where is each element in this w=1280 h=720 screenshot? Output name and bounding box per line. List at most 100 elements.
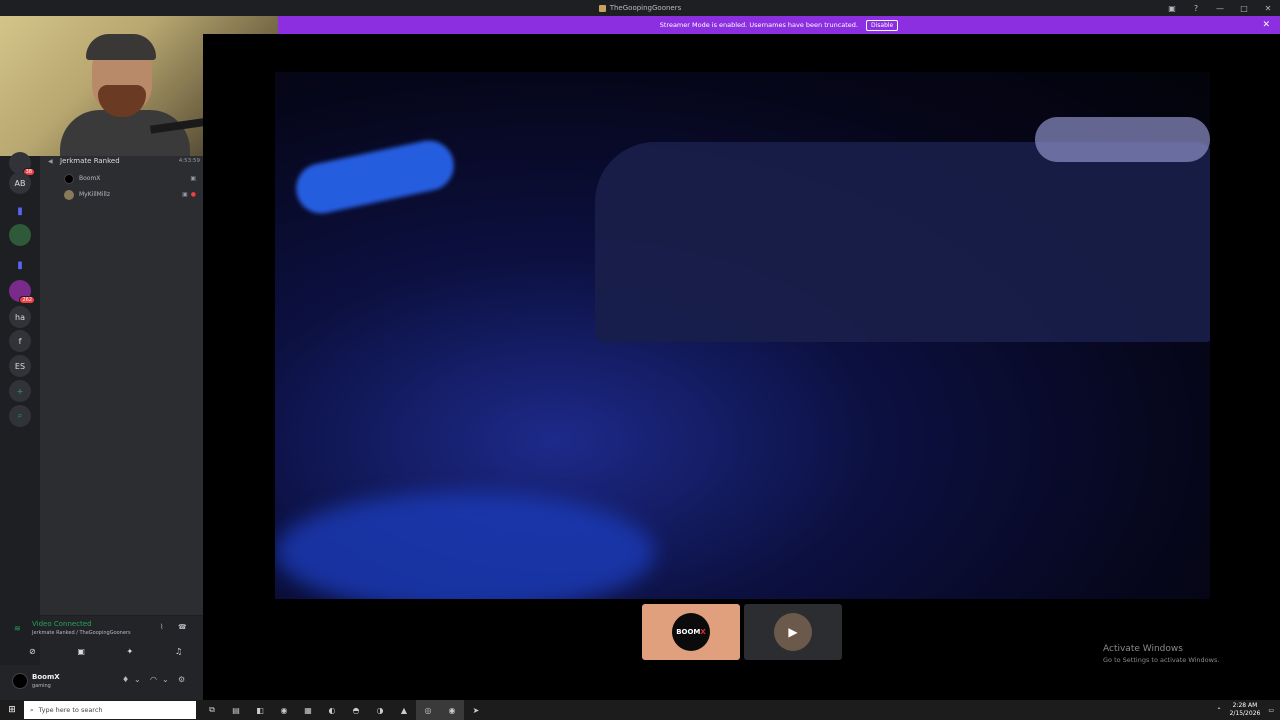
user-panel: BoomX gaming ♦ ⌄ ◠ ⌄ ⚙ [0,665,203,700]
notification-icon[interactable]: ▭ [1268,707,1274,714]
microphone-icon[interactable]: ♦ [122,675,129,684]
disconnect-icon[interactable]: ☎ [178,623,187,631]
server-badge: 262 [19,296,35,304]
windows-start-icon[interactable]: ⊞ [0,705,24,715]
noise-suppression-icon[interactable]: ⌇ [160,623,163,631]
camera-off-button[interactable]: ⊘ [17,644,47,658]
avatar [64,189,74,200]
watermark-line1: Activate Windows [1103,644,1183,654]
watermark-line2: Go to Settings to activate Windows. [1103,656,1220,664]
headphones-icon[interactable]: ◠ [150,675,157,684]
user-status: gaming [32,683,51,689]
screen-share-button[interactable]: ▣ [66,644,96,658]
avatar [64,173,74,184]
voice-channel-row[interactable]: ◀ Jerkmate Ranked 4:53:59 [48,156,200,166]
video-scene-bed [595,142,1210,342]
webcam-person-cap [86,34,156,60]
window-titlebar: TheGoopingGooners ▣ ? — □ ✕ [0,0,1280,16]
video-camera-icon: ▶ [774,613,812,651]
clock-date: 2/15/2026 [1229,710,1261,717]
minimize-button[interactable]: — [1208,4,1232,13]
windows-taskbar: ⊞ ⌕ Type here to search ⧉ ▤ ◧ ◉ ▦ ◐ ◓ ◑ … [0,700,1280,720]
server-folder-icon-2[interactable]: ▮ [9,254,31,276]
call-stage: BOOM X ▶ Activate Windows Go to Settings … [203,34,1280,700]
server-icon-es[interactable]: ES [9,355,31,377]
close-banner-icon[interactable]: ✕ [1262,20,1270,30]
direct-messages-icon[interactable]: 38 [9,152,35,176]
opera-icon[interactable]: ◐ [320,700,344,720]
obs-icon[interactable]: ◎ [416,700,440,720]
participant-tile-mykillmillz[interactable]: ▶ [744,604,842,660]
avatar: BOOM X [672,613,710,651]
avatar-text: BOOM [676,628,701,636]
tray-chevron-icon[interactable]: ⌃ [1217,707,1222,714]
maximize-button[interactable]: □ [1232,4,1256,13]
clock-time: 2:28 AM [1232,702,1258,709]
app-icon[interactable]: ▦ [296,700,320,720]
voice-connection-panel: ≋ Video Connected Jerkmate Ranked / TheG… [14,615,203,665]
taskbar-clock[interactable]: 2:28 AM 2/15/2026 [1230,702,1261,718]
server-icon-purple[interactable]: 262 [9,280,35,304]
camera-icon: ▣ [190,175,196,182]
camera-icon: ▣ [182,191,188,198]
add-server-icon[interactable]: + [9,380,31,402]
speaker-icon: ◀ [48,157,53,165]
avatar-text-x: X [700,628,706,636]
voice-action-buttons: ⊘ ▣ ✦ ♫ [8,644,203,658]
video-scene-pillow [1035,117,1210,162]
avatar[interactable] [12,673,28,689]
server-icon [598,4,606,12]
server-icon-ha[interactable]: ha [9,306,31,328]
voice-member[interactable]: BoomX ▣ [64,173,196,184]
search-icon: ⌕ [30,705,34,714]
server-icon-avatar[interactable] [9,224,31,246]
member-status-icons: ▣ [190,175,196,182]
gear-icon[interactable]: ⚙ [178,675,185,684]
member-name: BoomX [79,175,101,182]
server-folder-icon[interactable]: ▮ [9,200,31,222]
activate-windows-watermark: Activate Windows Go to Settings to activ… [1103,644,1219,664]
voice-status[interactable]: Video Connected [32,620,92,628]
chevron-down-icon[interactable]: ⌄ [162,675,169,684]
taskbar-search[interactable]: ⌕ Type here to search [24,701,196,719]
chevron-down-icon[interactable]: ⌄ [134,675,141,684]
window-title: TheGoopingGooners [598,4,682,12]
help-icon[interactable]: ? [1184,4,1208,13]
live-icon: ● [190,191,196,198]
system-tray: ⌃ 2:28 AM 2/15/2026 ▭ [1217,702,1280,718]
discord-icon[interactable]: ◉ [440,700,464,720]
app-icon[interactable]: ◉ [272,700,296,720]
server-icon-ab[interactable]: AB [9,172,31,194]
app-icon[interactable]: ◧ [248,700,272,720]
member-name: MyKillMillz [79,191,110,198]
activities-button[interactable]: ✦ [115,644,145,658]
username[interactable]: BoomX [32,673,60,681]
video-scene-arm [291,135,459,219]
participant-tiles: BOOM X ▶ [642,604,842,660]
video-scene-floor-light [275,492,655,599]
close-window-button[interactable]: ✕ [1256,4,1280,13]
taskbar-search-placeholder: Type here to search [38,706,103,714]
app-icon[interactable]: ▲ [392,700,416,720]
participant-tile-boomx[interactable]: BOOM X [642,604,740,660]
steam-icon[interactable]: ➤ [464,700,488,720]
inbox-icon[interactable]: ▣ [1160,4,1184,13]
signal-icon: ≋ [14,624,21,633]
app-icon[interactable]: ◑ [368,700,392,720]
focused-video-stream[interactable] [275,72,1210,599]
voice-location[interactable]: Jerkmate Ranked / TheGoopingGooners [32,630,131,636]
disable-streamer-mode-button[interactable]: Disable [865,19,899,31]
voice-channel-name: Jerkmate Ranked [60,157,120,165]
file-explorer-icon[interactable]: ▤ [224,700,248,720]
soundboard-button[interactable]: ♫ [164,644,194,658]
taskbar-apps: ⧉ ▤ ◧ ◉ ▦ ◐ ◓ ◑ ▲ ◎ ◉ ➤ [200,700,488,720]
server-icon-f[interactable]: f [9,330,31,352]
voice-member[interactable]: MyKillMillz ▣ ● [64,189,196,200]
window-controls: ▣ ? — □ ✕ [1160,0,1280,16]
discover-icon[interactable]: ⌕ [9,405,31,427]
banner-message: Streamer Mode is enabled. Usernames have… [659,21,858,29]
edge-icon[interactable]: ◓ [344,700,368,720]
window-title-text: TheGoopingGooners [609,4,682,12]
task-view-icon[interactable]: ⧉ [200,700,224,720]
server-rail: 38 AB ▮ ▮ 262 ha f ES + ⌕ [0,152,40,700]
